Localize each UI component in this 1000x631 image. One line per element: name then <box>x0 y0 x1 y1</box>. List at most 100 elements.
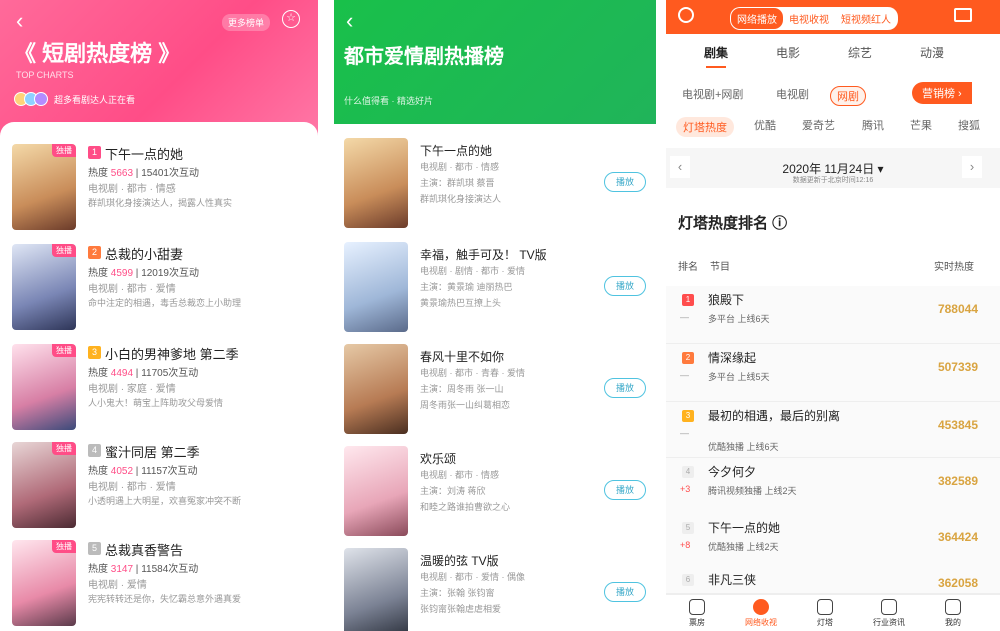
category: 电视剧 · 都市 · 爱情 <box>88 284 176 295</box>
play-button[interactable]: 播放 <box>604 378 646 398</box>
show-title[interactable]: 幸福，触手可及！ TV版 <box>420 246 547 263</box>
list-item[interactable]: 温暖的弦 TV版 电视剧 · 都市 · 爱情 · 偶像 主演：张翰 张钧甯 张钧… <box>344 548 654 631</box>
show-title[interactable]: 蜜汁同居 第二季 <box>105 442 200 461</box>
list-item[interactable]: 独播 3 小白的男神爹地 第二季 热度 4494 | 11705次互动 电视剧 … <box>12 344 312 434</box>
filter-web[interactable]: 网剧 <box>830 86 866 106</box>
filter-tv-web[interactable]: 电视剧+网剧 <box>682 86 743 102</box>
show-title[interactable]: 小白的男神爹地 第二季 <box>105 344 239 363</box>
poster[interactable]: 独播 <box>12 344 76 430</box>
filter-tv[interactable]: 电视剧 <box>776 86 809 102</box>
tab-variety[interactable]: 综艺 <box>848 44 872 61</box>
back-icon[interactable]: ‹ <box>346 8 353 34</box>
category: 电视剧 · 都市 · 爱情 · 偶像 <box>420 572 525 582</box>
poster[interactable] <box>344 138 408 228</box>
category: 电视剧 · 都市 · 青春 · 爱情 <box>420 368 525 378</box>
exclusive-badge: 独播 <box>52 442 76 455</box>
mail-icon[interactable] <box>954 8 972 22</box>
back-icon[interactable]: ‹ <box>16 8 23 34</box>
poster[interactable] <box>344 548 408 631</box>
rank-change: — <box>680 428 689 438</box>
show-title: 非凡三侠 <box>708 573 757 587</box>
list-item[interactable]: 下午一点的她 电视剧 · 都市 · 情感 主演：群凯琪 蔡晋 群凯琪化身接演达人… <box>344 138 654 234</box>
show-title[interactable]: 总裁真香警告 <box>105 540 183 559</box>
show-title: 最初的相遇，最后的别离 <box>708 409 841 423</box>
exclusive-badge: 独播 <box>52 344 76 357</box>
news-icon <box>881 599 897 615</box>
table-row[interactable]: 6 非凡三侠 362058 <box>666 566 1000 594</box>
more-charts-link[interactable]: 更多榜单 <box>222 14 271 31</box>
list-item[interactable]: 独播 2 总裁的小甜妻 热度 4599 | 12019次互动 电视剧 · 都市 … <box>12 244 312 334</box>
nav-online-ratings[interactable]: 网络收视 <box>736 599 786 628</box>
tab-online-play[interactable]: 网络播放 <box>731 8 783 29</box>
cast: 主演：周冬雨 张一山 <box>420 384 504 394</box>
marketing-chart-button[interactable]: 营销榜 › <box>912 82 972 104</box>
platform-youku[interactable]: 优酷 <box>754 117 776 133</box>
tab-series[interactable]: 剧集 <box>704 44 728 61</box>
list-item[interactable]: 独播 5 总裁真香警告 热度 3147 | 11584次互动 电视剧 · 爱情 … <box>12 540 312 630</box>
list-item[interactable]: 春风十里不如你 电视剧 · 都市 · 青春 · 爱情 主演：周冬雨 张一山 周冬… <box>344 344 654 440</box>
platform-mango[interactable]: 芒果 <box>910 117 932 133</box>
top-bar: 网络播放 电视收视 短视频红人 <box>666 0 1000 34</box>
list-item[interactable]: 独播 4 蜜汁同居 第二季 热度 4052 | 11157次互动 电视剧 · 都… <box>12 442 312 532</box>
tab-anime[interactable]: 动漫 <box>920 44 944 61</box>
play-button[interactable]: 播放 <box>604 480 646 500</box>
poster[interactable]: 独播 <box>12 144 76 230</box>
poster[interactable] <box>344 242 408 332</box>
show-title[interactable]: 温暖的弦 TV版 <box>420 552 499 569</box>
list-item[interactable]: 欢乐颂 电视剧 · 都市 · 情感 主演：刘涛 蒋欣 和睦之路谁拍曹欲之心 播放 <box>344 446 654 542</box>
platform-tencent[interactable]: 腾讯 <box>862 117 884 133</box>
poster[interactable]: 独播 <box>12 244 76 330</box>
search-icon[interactable] <box>678 7 694 23</box>
list-item[interactable]: 幸福，触手可及！ TV版 电视剧 · 剧情 · 都市 · 爱情 主演：黄景瑜 迪… <box>344 242 654 338</box>
platform-lighthouse[interactable]: 灯塔热度 <box>676 117 734 137</box>
table-row[interactable]: 4 +3 今夕何夕 腾讯视频独播 上线2天 382589 <box>666 458 1000 516</box>
page-title: 《 短剧热度榜 》 <box>14 41 181 66</box>
viewers-text: 超多看剧达人正在看 <box>54 94 136 105</box>
description: 群凯琪化身接演达人 <box>420 194 502 204</box>
next-date-icon[interactable]: › <box>962 156 982 178</box>
poster[interactable]: 独播 <box>12 540 76 626</box>
show-title: 下午一点的她 <box>708 521 781 535</box>
play-button[interactable]: 播放 <box>604 172 646 192</box>
viewers-row: 超多看剧达人正在看 <box>14 92 135 106</box>
show-title: 情深缘起 <box>708 351 757 365</box>
nav-industry-news[interactable]: 行业资讯 <box>864 599 914 628</box>
heat-value: 5663 <box>110 168 134 179</box>
exclusive-badge: 独播 <box>52 244 76 257</box>
play-button[interactable]: 播放 <box>604 582 646 602</box>
platform-sohu[interactable]: 搜狐 <box>958 117 980 133</box>
table-row[interactable]: 5 +8 下午一点的她 优酷独播 上线2天 364424 <box>666 514 1000 572</box>
list-item[interactable]: 独播 1 下午一点的她 热度 5663 | 15401次互动 电视剧 · 都市 … <box>12 144 312 234</box>
show-meta: 多平台 上线5天 <box>708 372 770 382</box>
nav-label: 灯塔 <box>817 618 833 627</box>
rank-badge: 4 <box>88 444 101 457</box>
avatar <box>34 92 48 106</box>
tab-tv-ratings[interactable]: 电视收视 <box>783 8 835 29</box>
show-title[interactable]: 下午一点的她 <box>105 144 183 163</box>
heat-line: 热度 4052 | 11157次互动 <box>88 466 198 477</box>
top-tabs: 网络播放 电视收视 短视频红人 <box>730 7 898 30</box>
show-title[interactable]: 下午一点的她 <box>420 142 492 159</box>
poster[interactable] <box>344 446 408 536</box>
tab-short-video[interactable]: 短视频红人 <box>835 8 897 29</box>
poster[interactable] <box>344 344 408 434</box>
nav-lighthouse[interactable]: 灯塔 <box>800 599 850 628</box>
poster[interactable]: 独播 <box>12 442 76 528</box>
rank-badge: 5 <box>682 522 694 534</box>
table-row[interactable]: 3 — 最初的相遇，最后的别离 优酷独播 上线6天 453845 <box>666 402 1000 458</box>
tab-movie[interactable]: 电影 <box>776 44 800 61</box>
nav-box-office[interactable]: 票房 <box>672 599 722 628</box>
show-title[interactable]: 总裁的小甜妻 <box>105 244 183 263</box>
nav-mine[interactable]: 我的 <box>928 599 978 628</box>
category: 电视剧 · 都市 · 情感 <box>88 184 176 195</box>
play-button[interactable]: 播放 <box>604 276 646 296</box>
platform-iqiyi[interactable]: 爱奇艺 <box>802 117 835 133</box>
show-title[interactable]: 欢乐颂 <box>420 450 456 467</box>
short-drama-chart-panel: ‹ 更多榜单 ☆ 《 短剧热度榜 》 TOP CHARTS 超多看剧达人正在看 … <box>0 0 318 631</box>
show-title[interactable]: 春风十里不如你 <box>420 348 504 365</box>
description: 小透明遇上大明星，欢喜冤家冲突不断 <box>88 496 242 506</box>
star-icon[interactable]: ☆ <box>282 10 300 28</box>
table-row[interactable]: 2 — 情深缘起 多平台 上线5天 507339 <box>666 344 1000 402</box>
nav-label: 票房 <box>689 618 705 627</box>
table-row[interactable]: 1 — 狼殿下 多平台 上线6天 788044 <box>666 286 1000 344</box>
